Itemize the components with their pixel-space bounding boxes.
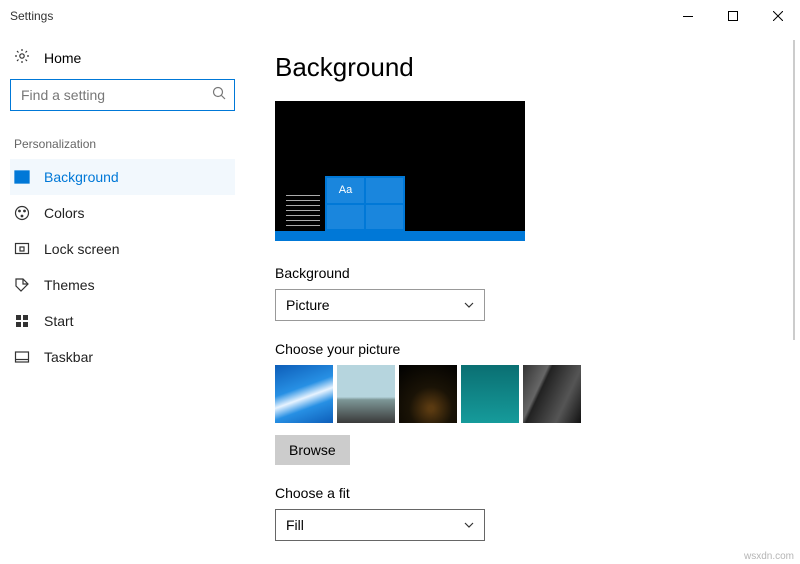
- preview-start-list: [278, 195, 320, 231]
- background-dropdown[interactable]: Picture: [275, 289, 485, 321]
- preview-taskbar: [275, 231, 525, 241]
- main-content: Background Aa Background Picture Choose …: [245, 32, 800, 551]
- picture-thumbnail[interactable]: [337, 365, 395, 423]
- browse-button[interactable]: Browse: [275, 435, 350, 465]
- page-title: Background: [275, 52, 770, 83]
- fit-dropdown[interactable]: Fill: [275, 509, 485, 541]
- start-icon: [14, 313, 30, 329]
- window-controls: [665, 0, 800, 32]
- picture-thumbnail[interactable]: [275, 365, 333, 423]
- choose-fit-label: Choose a fit: [275, 485, 770, 501]
- chevron-down-icon: [464, 297, 474, 313]
- search-input[interactable]: [19, 86, 212, 104]
- sidebar-item-themes[interactable]: Themes: [10, 267, 235, 303]
- picture-icon: [14, 169, 30, 185]
- fit-value: Fill: [286, 517, 304, 533]
- preview-start-tiles: Aa: [325, 176, 405, 231]
- picture-thumbnails: [275, 365, 770, 423]
- desktop-preview: Aa: [275, 101, 525, 241]
- choose-picture-label: Choose your picture: [275, 341, 770, 357]
- sidebar-item-lock-screen[interactable]: Lock screen: [10, 231, 235, 267]
- maximize-button[interactable]: [710, 0, 755, 32]
- gear-icon: [14, 48, 30, 67]
- category-label: Personalization: [10, 133, 235, 159]
- watermark: wsxdn.com: [744, 551, 794, 562]
- search-icon: [212, 86, 226, 105]
- sidebar-item-label: Colors: [44, 205, 84, 221]
- scrollbar[interactable]: [793, 40, 795, 340]
- home-label: Home: [44, 50, 81, 66]
- sidebar-item-label: Lock screen: [44, 241, 119, 257]
- close-button[interactable]: [755, 0, 800, 32]
- sidebar-item-start[interactable]: Start: [10, 303, 235, 339]
- themes-icon: [14, 277, 30, 293]
- sidebar-item-label: Start: [44, 313, 74, 329]
- sidebar: Home Personalization Background Colors L…: [0, 32, 245, 551]
- home-button[interactable]: Home: [10, 42, 235, 79]
- picture-thumbnail[interactable]: [461, 365, 519, 423]
- palette-icon: [14, 205, 30, 221]
- sidebar-item-label: Themes: [44, 277, 95, 293]
- sidebar-item-colors[interactable]: Colors: [10, 195, 235, 231]
- background-value: Picture: [286, 297, 330, 313]
- picture-thumbnail[interactable]: [523, 365, 581, 423]
- background-label: Background: [275, 265, 770, 281]
- taskbar-icon: [14, 349, 30, 365]
- sidebar-item-label: Background: [44, 169, 119, 185]
- sidebar-item-label: Taskbar: [44, 349, 93, 365]
- preview-sample-text: Aa: [327, 178, 364, 203]
- minimize-button[interactable]: [665, 0, 710, 32]
- picture-thumbnail[interactable]: [399, 365, 457, 423]
- window-title: Settings: [10, 9, 53, 23]
- sidebar-item-background[interactable]: Background: [10, 159, 235, 195]
- search-box[interactable]: [10, 79, 235, 111]
- chevron-down-icon: [464, 517, 474, 533]
- sidebar-item-taskbar[interactable]: Taskbar: [10, 339, 235, 375]
- titlebar: Settings: [0, 0, 800, 32]
- lock-screen-icon: [14, 241, 30, 257]
